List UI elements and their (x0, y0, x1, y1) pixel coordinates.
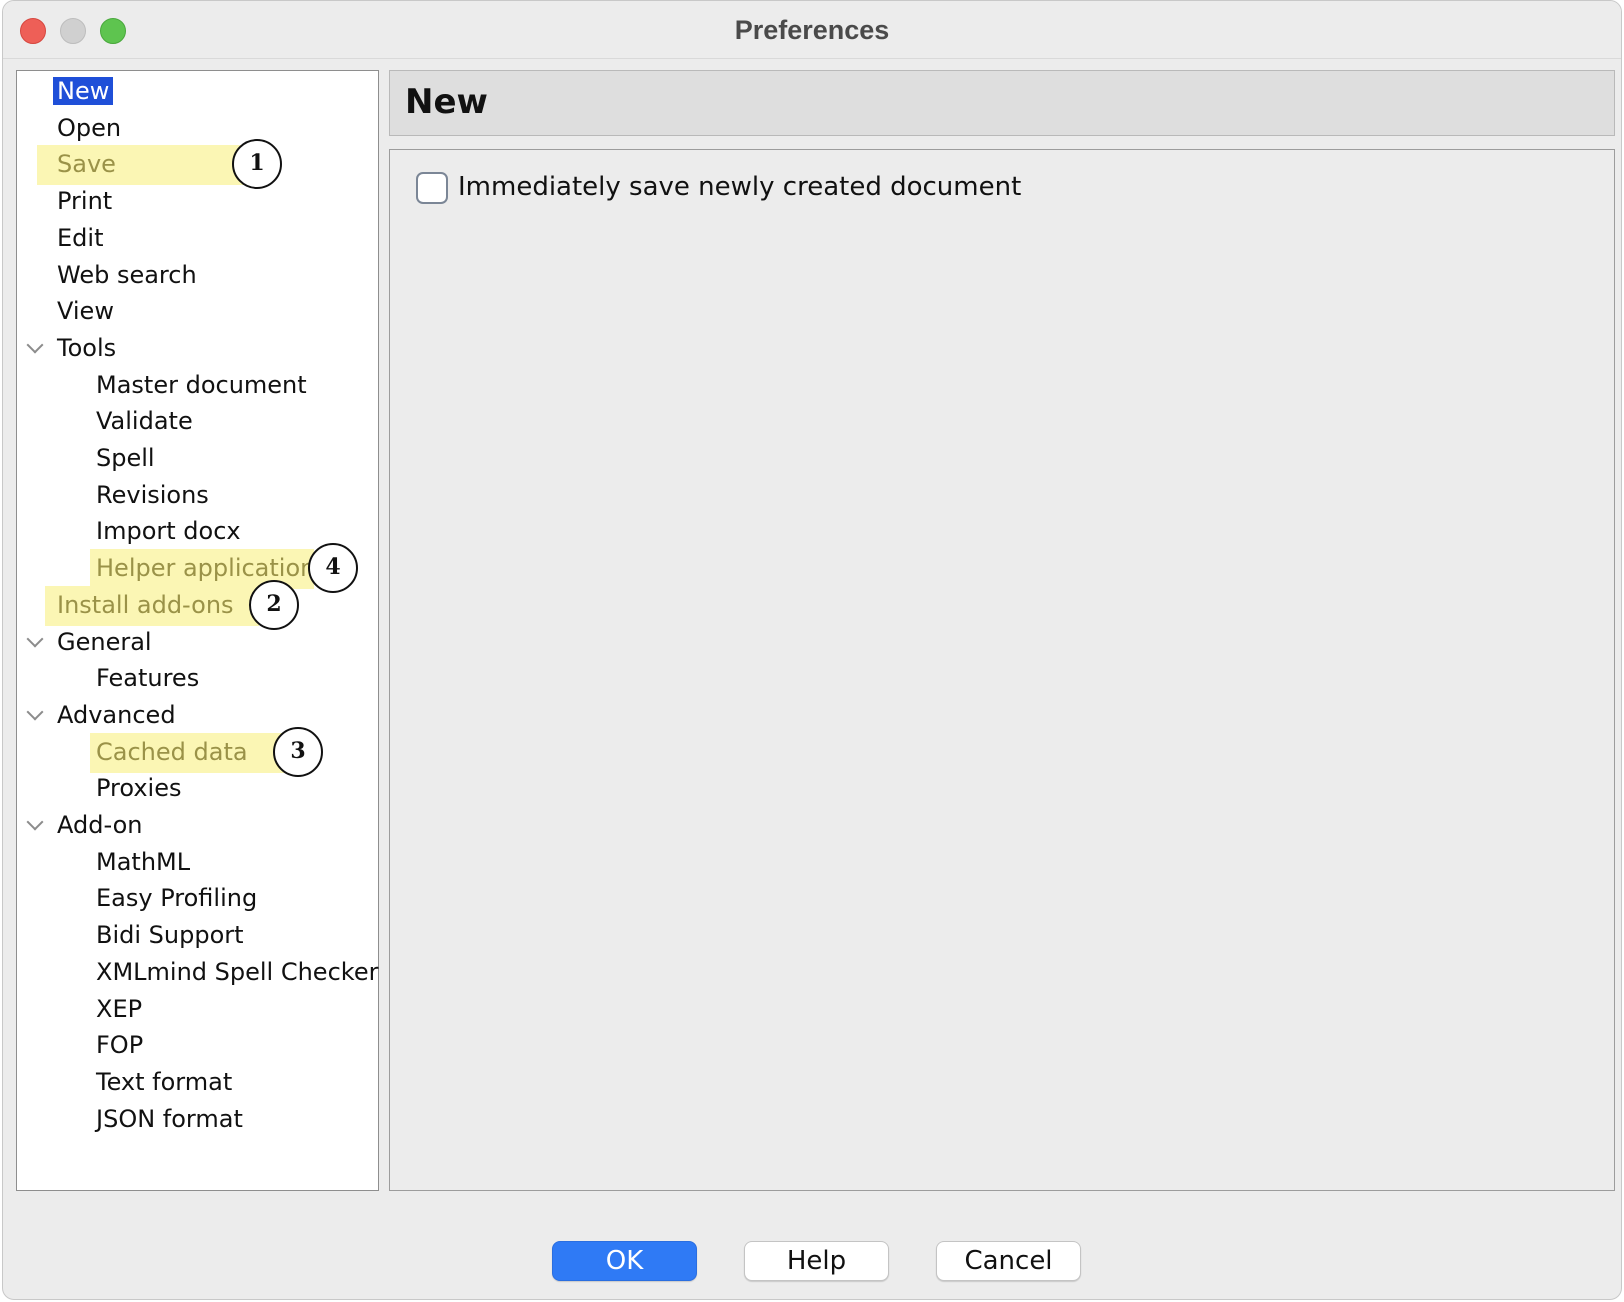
tree-item-xmlmind-spell-checker[interactable]: XMLmind Spell Checker (92, 954, 382, 990)
preferences-tree[interactable]: New Open Save 1 Print Edit Web search View Tools… (16, 70, 379, 1191)
tree-item-fop[interactable]: FOP (92, 1027, 147, 1063)
tree-item-label: Open (57, 113, 122, 142)
tree-item-helper-applications[interactable]: Helper applications (92, 550, 332, 586)
tree-item-label: Save (57, 150, 116, 179)
panel-title: New (405, 82, 488, 122)
tree-item-new[interactable]: New (53, 73, 114, 109)
tree-item-save[interactable]: Save (53, 146, 120, 182)
tree-item-master-document[interactable]: Master document (92, 367, 311, 403)
tree-item-add-on[interactable]: Add-on (53, 807, 146, 843)
immediately-save-label[interactable]: Immediately save newly created document (458, 172, 1021, 202)
window-title: Preferences (734, 15, 890, 45)
title-bar: Preferences (3, 1, 1621, 59)
tree-item-mathml[interactable]: MathML (92, 844, 194, 880)
tree-item-text-format[interactable]: Text format (92, 1064, 236, 1100)
tree-item-label: Tools (57, 333, 117, 362)
tree-item-label: New (53, 77, 114, 105)
tree-item-label: Cached data (96, 737, 248, 766)
tree-item-json-format[interactable]: JSON format (92, 1101, 247, 1137)
tree-item-label: XEP (96, 994, 143, 1023)
tree-item-label: Helper applications (96, 554, 328, 583)
tree-item-install-add-ons[interactable]: Install add-ons (53, 587, 238, 623)
ok-button[interactable]: OK (552, 1241, 697, 1281)
preferences-window: Preferences New Open Save 1 Print Edit Web sea… (2, 0, 1622, 1300)
tree-item-cached-data[interactable]: Cached data (92, 734, 252, 770)
tree-item-label: Validate (96, 407, 193, 436)
tree-item-label: Advanced (57, 700, 176, 729)
tree-item-open[interactable]: Open (53, 110, 125, 146)
tree-item-label: Print (57, 187, 113, 216)
tree-item-xep[interactable]: XEP (92, 991, 146, 1027)
tree-item-label: Easy Profiling (96, 884, 258, 913)
tree-item-label: General (57, 627, 152, 656)
tree-item-proxies[interactable]: Proxies (92, 770, 185, 806)
tree-item-general[interactable]: General (53, 624, 156, 660)
tree-item-tools[interactable]: Tools (53, 330, 120, 366)
chevron-down-icon[interactable] (26, 630, 44, 647)
panel-content: Immediately save newly created document (389, 149, 1615, 1191)
tree-item-validate[interactable]: Validate (92, 403, 197, 439)
chevron-down-icon[interactable] (26, 703, 44, 721)
tree-item-features[interactable]: Features (92, 660, 203, 696)
help-button[interactable]: Help (744, 1241, 889, 1281)
tree-item-bidi-support[interactable]: Bidi Support (92, 917, 248, 953)
tree-item-label: Import docx (96, 517, 241, 546)
chevron-down-icon[interactable] (26, 813, 44, 831)
tree-item-web-search[interactable]: Web search (53, 257, 201, 293)
callout-marker: 4 (308, 543, 358, 594)
callout-marker: 3 (273, 726, 323, 777)
cancel-button[interactable]: Cancel (936, 1241, 1081, 1281)
callout-marker: 1 (232, 139, 282, 190)
tree-item-label: Revisions (96, 480, 209, 509)
tree-item-label: MathML (96, 847, 191, 876)
tree-item-label: Install add-ons (57, 590, 234, 619)
tree-item-label: Text format (96, 1067, 233, 1096)
tree-item-label: Spell (96, 444, 155, 472)
tree-item-edit[interactable]: Edit (53, 220, 107, 256)
tree-item-label: JSON format (96, 1104, 243, 1133)
immediately-save-checkbox[interactable] (416, 172, 448, 204)
callout-marker: 2 (249, 579, 299, 630)
tree-item-revisions[interactable]: Revisions (92, 477, 213, 513)
tree-item-import-docx[interactable]: Import docx (92, 513, 245, 549)
tree-item-advanced[interactable]: Advanced (53, 697, 180, 733)
tree-item-label: FOP (96, 1031, 144, 1060)
tree-item-easy-profiling[interactable]: Easy Profiling (92, 880, 261, 916)
tree-item-label: XMLmind Spell Checker (96, 957, 379, 986)
chevron-down-icon[interactable] (26, 336, 44, 354)
panel-header: New (389, 70, 1615, 136)
tree-item-label: Bidi Support (96, 921, 244, 950)
tree-item-print[interactable]: Print (53, 183, 116, 219)
tree-item-label: Features (96, 664, 200, 693)
tree-item-label: Web search (57, 260, 197, 289)
tree-item-label: View (57, 297, 114, 326)
tree-item-label: Edit (57, 223, 104, 252)
tree-item-spell[interactable]: Spell (92, 440, 159, 476)
tree-item-label: Add-on (57, 811, 143, 839)
tree-item-label: Proxies (96, 774, 182, 803)
tree-item-view[interactable]: View (53, 293, 118, 329)
tree-item-label: Master document (96, 370, 307, 399)
